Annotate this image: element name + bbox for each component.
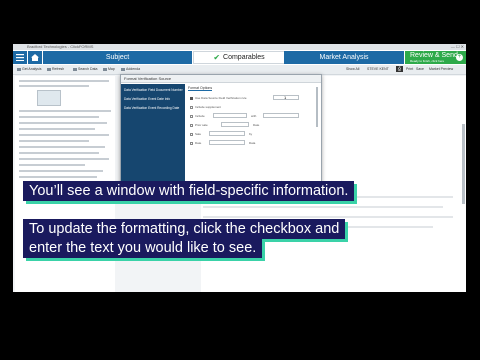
menu-icon (16, 54, 24, 61)
sidebar-item-event-date[interactable]: Data Verification Event Date Info (124, 97, 170, 101)
option-label: Include supplement (195, 105, 222, 109)
toolbar-label: Get Analysis (22, 67, 42, 71)
home-button[interactable] (28, 51, 42, 64)
grid-row (19, 170, 103, 172)
printer-icon[interactable]: ⎙ (396, 66, 403, 72)
grid-row (19, 158, 109, 160)
toolbar-save[interactable]: Save (416, 67, 424, 71)
option-row: Prior sale (190, 123, 208, 127)
grid-row (19, 122, 107, 124)
toolbar-label: Refresh (52, 67, 65, 71)
toolbar-label: Search Data (78, 67, 98, 71)
option-label: Sale (195, 132, 202, 136)
tab-market-analysis[interactable]: Market Analysis (284, 51, 404, 64)
toolbar-market-preview[interactable]: Market Preview (429, 67, 453, 71)
toolbar-item-map[interactable]: Map (103, 67, 115, 71)
toolbar-item-get-analysis[interactable]: Get Analysis (17, 67, 41, 71)
review-sublabel: Ready to finish, click here (410, 59, 445, 63)
text-field[interactable] (221, 122, 249, 127)
text-field[interactable] (209, 140, 245, 145)
caption-line-2: To update the formatting, click the chec… (23, 219, 346, 239)
field-label: Date (253, 123, 260, 127)
option-row: Include (190, 114, 205, 118)
plus-icon: + (456, 54, 463, 61)
caption-line-3: enter the text you would like to see. (23, 238, 263, 258)
option-row: Date (190, 141, 201, 145)
sidebar-item-document-number[interactable]: Data Verification Field Document Number (124, 88, 183, 92)
text-field[interactable] (209, 131, 245, 136)
grid-row (19, 134, 109, 136)
toolbar-user[interactable]: STEVE KENT (367, 67, 389, 71)
option-label: Use Data Source Field Verification rule (195, 96, 247, 100)
option-row: Include supplement (190, 105, 221, 109)
toolbar-show-all[interactable]: Show All (346, 67, 359, 71)
option-row: Sale (190, 132, 201, 136)
value-field[interactable]: 1 (273, 95, 299, 100)
toolbar-label: Map (108, 67, 115, 71)
toolbar-item-refresh[interactable]: Refresh (47, 67, 64, 71)
text-field[interactable] (213, 113, 247, 118)
grid-row (19, 128, 95, 130)
refresh-icon (47, 67, 51, 71)
tab-subject-label: Subject (105, 54, 130, 61)
grid-row (19, 140, 89, 142)
addenda-icon (121, 67, 125, 71)
grid-row (19, 146, 105, 148)
menu-button[interactable] (13, 51, 27, 64)
vertical-scrollbar[interactable] (462, 124, 465, 204)
option-checkbox[interactable] (190, 132, 193, 136)
caption-line-1: You’ll see a window with field-specific … (23, 181, 355, 201)
option-checkbox[interactable] (190, 141, 193, 145)
map-icon (103, 67, 107, 71)
dialog-title: Format Verification Source (121, 75, 321, 83)
photo-thumbnail (37, 90, 61, 106)
tab-subject[interactable]: Subject (43, 51, 192, 64)
field-label: by (249, 132, 253, 136)
option-label: Prior sale (195, 123, 208, 127)
option-label: Date (195, 141, 202, 145)
tab-market-label: Market Analysis (319, 54, 369, 61)
sidebar-item-recording-date[interactable]: Data Verification Event Recording Date (124, 106, 179, 110)
review-label: Review & Send (410, 52, 458, 59)
dialog-scrollbar[interactable] (316, 87, 318, 127)
text-field[interactable] (263, 113, 299, 118)
option-label: Include (195, 114, 205, 118)
grid-row (19, 176, 97, 178)
grid-row (19, 110, 111, 112)
grid-row (19, 80, 109, 82)
format-dialog: Format Verification Source Data Verifica… (120, 74, 322, 189)
field-label: Data (249, 141, 256, 145)
check-icon: ✔ (213, 53, 221, 62)
option-checkbox[interactable] (190, 96, 193, 100)
detail-row (203, 206, 443, 208)
grid-row (19, 116, 99, 118)
field-label: with (251, 114, 257, 118)
option-checkbox[interactable] (190, 114, 193, 118)
toolbar-item-search-data[interactable]: Search Data (73, 67, 97, 71)
tab-comparables[interactable]: ✔ Comparables (193, 51, 285, 64)
option-row: Use Data Source Field Verification rule (190, 96, 247, 100)
grid-row (19, 85, 89, 87)
review-send-button[interactable]: Review & Send Ready to finish, click her… (405, 51, 466, 64)
toolbar-item-addenda[interactable]: Addenda (121, 67, 140, 71)
detail-row (203, 216, 453, 218)
tab-comparables-label: Comparables (223, 54, 265, 61)
toolbar-label: Addenda (126, 67, 141, 71)
toolbar-print[interactable]: Print (406, 67, 413, 71)
tab-format-options[interactable]: Format Options (188, 86, 213, 91)
main-nav: Subject ✔ Comparables Market Analysis Re… (13, 50, 466, 65)
analysis-icon (17, 67, 21, 71)
option-checkbox[interactable] (190, 123, 193, 127)
search-icon (73, 67, 77, 71)
home-icon (31, 54, 39, 61)
grid-row (19, 152, 99, 154)
dialog-sidebar: Data Verification Field Document Number … (121, 84, 185, 188)
grid-row (19, 164, 85, 166)
option-checkbox[interactable] (190, 105, 193, 109)
